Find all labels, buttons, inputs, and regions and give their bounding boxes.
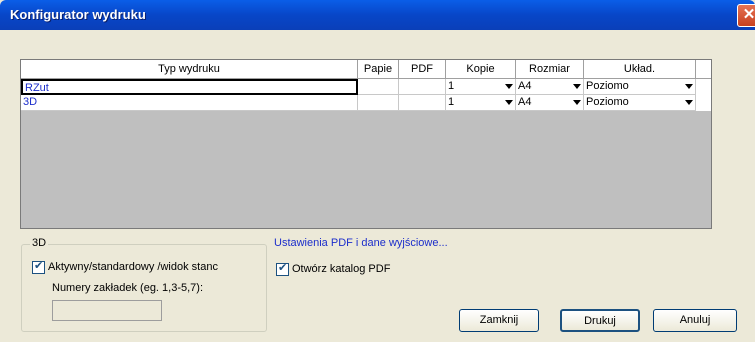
pdf-settings-link[interactable]: Ustawienia PDF i dane wyjściowe...: [274, 237, 448, 249]
column-header-filler: [696, 60, 711, 79]
chevron-down-icon[interactable]: [685, 100, 693, 105]
group-3d-legend: 3D: [30, 237, 49, 249]
tabs-number-input[interactable]: [52, 300, 162, 321]
active-view-label: Aktywny/standardowy /widok stanc: [48, 261, 218, 273]
close-icon: ✕: [742, 6, 755, 23]
layout-dropdown[interactable]: Poziomo: [584, 79, 696, 95]
chevron-down-icon[interactable]: [573, 100, 581, 105]
copies-dropdown[interactable]: 1: [446, 79, 516, 95]
tabs-number-label: Numery zakładek (eg. 1,3-5,7):: [52, 282, 204, 294]
copies-value: 1: [448, 96, 455, 108]
print-types-grid[interactable]: Typ wydruku Papie PDF Kopie Rozmiar Ukła…: [20, 59, 712, 229]
column-header-copies[interactable]: Kopie: [446, 60, 516, 79]
layout-dropdown[interactable]: Poziomo: [584, 95, 696, 111]
close-button[interactable]: Zamknij: [459, 309, 539, 332]
print-configurator-window: Konfigurator wydruku ✕ Typ wydruku Papie…: [0, 0, 755, 342]
paper-cell[interactable]: [358, 95, 399, 111]
pdf-cell[interactable]: [399, 79, 446, 95]
close-window-button[interactable]: ✕: [737, 4, 755, 27]
column-header-type[interactable]: Typ wydruku: [21, 60, 358, 79]
layout-value: Poziomo: [586, 96, 629, 108]
table-row[interactable]: RZut 1 A4 Poziomo: [21, 79, 711, 95]
table-row[interactable]: 3D 1 A4 Poziomo: [21, 95, 711, 111]
chevron-down-icon[interactable]: [685, 84, 693, 89]
size-dropdown[interactable]: A4: [516, 95, 584, 111]
paper-cell[interactable]: [358, 79, 399, 95]
copies-value: 1: [448, 80, 455, 92]
size-value: A4: [518, 80, 532, 92]
column-header-paper[interactable]: Papie: [358, 60, 399, 79]
size-value: A4: [518, 96, 532, 108]
chevron-down-icon[interactable]: [573, 84, 581, 89]
chevron-down-icon[interactable]: [505, 100, 513, 105]
column-header-layout[interactable]: Układ.: [584, 60, 696, 79]
active-view-checkbox[interactable]: [32, 259, 45, 274]
size-dropdown[interactable]: A4: [516, 79, 584, 95]
copies-dropdown[interactable]: 1: [446, 95, 516, 111]
column-header-size[interactable]: Rozmiar: [516, 60, 584, 79]
open-pdf-folder-checkbox[interactable]: [276, 261, 289, 276]
layout-value: Poziomo: [586, 80, 629, 92]
column-header-pdf[interactable]: PDF: [399, 60, 446, 79]
open-pdf-folder-label: Otwórz katalog PDF: [292, 263, 391, 275]
cancel-button[interactable]: Anuluj: [653, 309, 737, 332]
print-button[interactable]: Drukuj: [560, 309, 640, 332]
print-type-cell[interactable]: RZut: [21, 79, 358, 95]
print-type-cell[interactable]: 3D: [21, 95, 358, 111]
pdf-cell[interactable]: [399, 95, 446, 111]
window-title: Konfigurator wydruku: [10, 7, 146, 22]
title-bar: Konfigurator wydruku ✕: [0, 0, 755, 30]
chevron-down-icon[interactable]: [505, 84, 513, 89]
